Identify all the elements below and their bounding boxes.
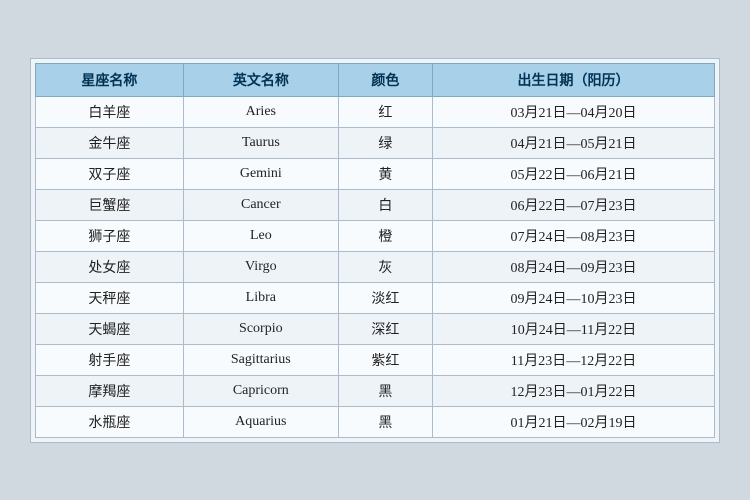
cell-english-name: Sagittarius: [183, 344, 338, 375]
cell-english-name: Aries: [183, 96, 338, 127]
cell-color: 黑: [338, 375, 432, 406]
cell-color: 紫红: [338, 344, 432, 375]
cell-chinese-name: 摩羯座: [36, 375, 184, 406]
table-row: 射手座Sagittarius紫红11月23日—12月22日: [36, 344, 715, 375]
cell-english-name: Leo: [183, 220, 338, 251]
cell-chinese-name: 白羊座: [36, 96, 184, 127]
header-color: 颜色: [338, 63, 432, 96]
table-row: 巨蟹座Cancer白06月22日—07月23日: [36, 189, 715, 220]
zodiac-table-container: 星座名称 英文名称 颜色 出生日期（阳历） 白羊座Aries红03月21日—04…: [30, 58, 720, 443]
table-header-row: 星座名称 英文名称 颜色 出生日期（阳历）: [36, 63, 715, 96]
cell-english-name: Libra: [183, 282, 338, 313]
header-english-name: 英文名称: [183, 63, 338, 96]
cell-color: 深红: [338, 313, 432, 344]
header-chinese-name: 星座名称: [36, 63, 184, 96]
table-row: 摩羯座Capricorn黑12月23日—01月22日: [36, 375, 715, 406]
table-row: 水瓶座Aquarius黑01月21日—02月19日: [36, 406, 715, 437]
cell-dates: 03月21日—04月20日: [432, 96, 714, 127]
table-row: 金牛座Taurus绿04月21日—05月21日: [36, 127, 715, 158]
zodiac-table: 星座名称 英文名称 颜色 出生日期（阳历） 白羊座Aries红03月21日—04…: [35, 63, 715, 438]
cell-dates: 08月24日—09月23日: [432, 251, 714, 282]
cell-dates: 01月21日—02月19日: [432, 406, 714, 437]
cell-chinese-name: 天秤座: [36, 282, 184, 313]
cell-dates: 06月22日—07月23日: [432, 189, 714, 220]
cell-english-name: Taurus: [183, 127, 338, 158]
cell-dates: 05月22日—06月21日: [432, 158, 714, 189]
cell-chinese-name: 巨蟹座: [36, 189, 184, 220]
cell-color: 黑: [338, 406, 432, 437]
header-dates: 出生日期（阳历）: [432, 63, 714, 96]
cell-dates: 07月24日—08月23日: [432, 220, 714, 251]
table-row: 狮子座Leo橙07月24日—08月23日: [36, 220, 715, 251]
cell-chinese-name: 金牛座: [36, 127, 184, 158]
cell-english-name: Aquarius: [183, 406, 338, 437]
cell-dates: 12月23日—01月22日: [432, 375, 714, 406]
cell-color: 灰: [338, 251, 432, 282]
cell-chinese-name: 狮子座: [36, 220, 184, 251]
table-row: 天蝎座Scorpio深红10月24日—11月22日: [36, 313, 715, 344]
cell-chinese-name: 射手座: [36, 344, 184, 375]
cell-english-name: Cancer: [183, 189, 338, 220]
cell-chinese-name: 水瓶座: [36, 406, 184, 437]
cell-english-name: Virgo: [183, 251, 338, 282]
cell-color: 黄: [338, 158, 432, 189]
cell-english-name: Capricorn: [183, 375, 338, 406]
cell-dates: 11月23日—12月22日: [432, 344, 714, 375]
cell-chinese-name: 双子座: [36, 158, 184, 189]
table-body: 白羊座Aries红03月21日—04月20日金牛座Taurus绿04月21日—0…: [36, 96, 715, 437]
cell-chinese-name: 天蝎座: [36, 313, 184, 344]
cell-dates: 04月21日—05月21日: [432, 127, 714, 158]
cell-color: 橙: [338, 220, 432, 251]
table-row: 处女座Virgo灰08月24日—09月23日: [36, 251, 715, 282]
table-row: 天秤座Libra淡红09月24日—10月23日: [36, 282, 715, 313]
cell-english-name: Scorpio: [183, 313, 338, 344]
table-row: 双子座Gemini黄05月22日—06月21日: [36, 158, 715, 189]
cell-dates: 10月24日—11月22日: [432, 313, 714, 344]
table-row: 白羊座Aries红03月21日—04月20日: [36, 96, 715, 127]
cell-color: 淡红: [338, 282, 432, 313]
cell-dates: 09月24日—10月23日: [432, 282, 714, 313]
cell-chinese-name: 处女座: [36, 251, 184, 282]
cell-english-name: Gemini: [183, 158, 338, 189]
cell-color: 红: [338, 96, 432, 127]
cell-color: 白: [338, 189, 432, 220]
cell-color: 绿: [338, 127, 432, 158]
